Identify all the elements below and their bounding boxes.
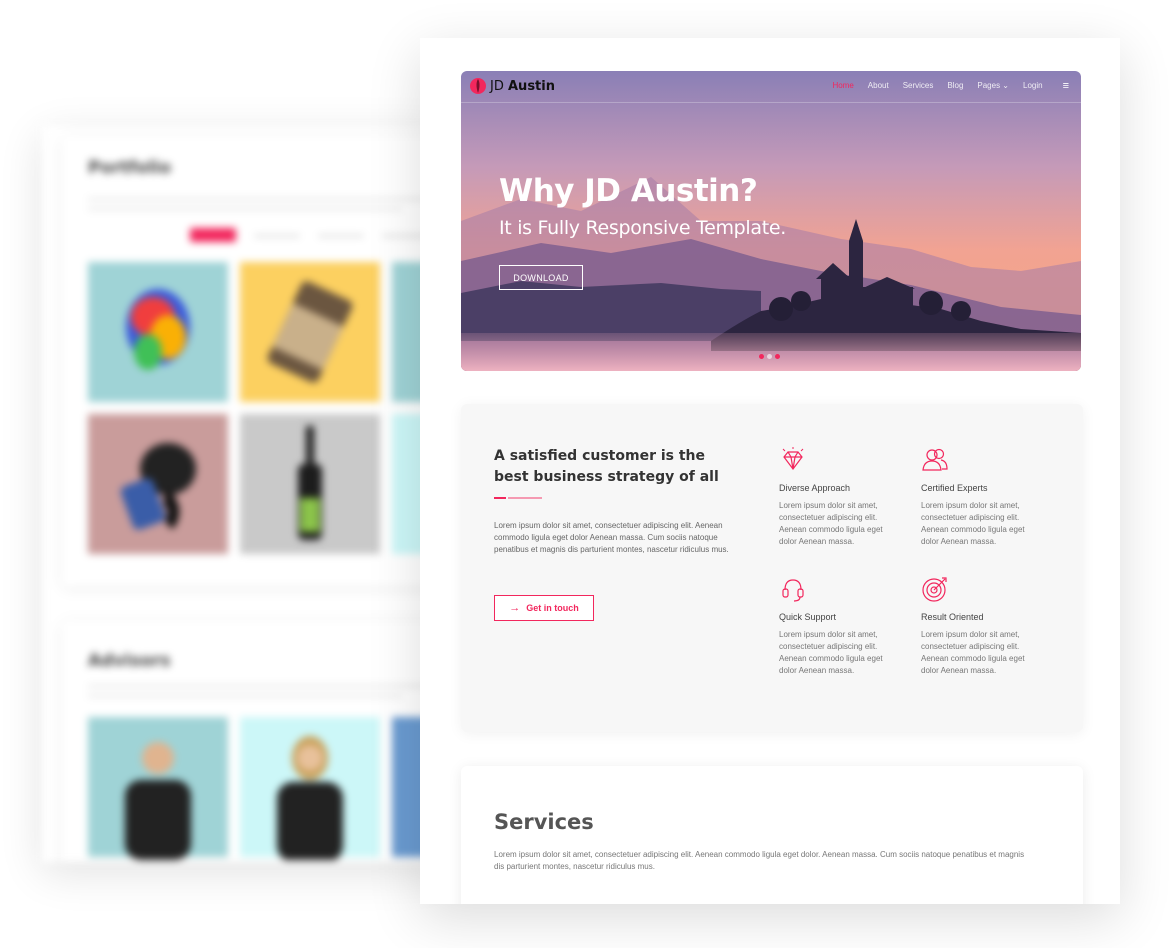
feature-name: Certified Experts (921, 483, 988, 493)
portfolio-title: Portfolio (88, 158, 172, 178)
slider-dots (759, 354, 780, 359)
hero-banner: JD Austin Home About Services Blog Pages… (461, 71, 1081, 371)
slider-dot[interactable] (767, 354, 772, 359)
services-section: Services Lorem ipsum dolor sit amet, con… (461, 766, 1083, 904)
advisors-section: Advisors (62, 621, 442, 862)
nav-item-home[interactable]: Home (832, 81, 853, 90)
target-icon (922, 577, 947, 602)
feature-desc: Lorem ipsum dolor sit amet, consectetuer… (779, 501, 883, 546)
nav-item-about[interactable]: About (868, 81, 889, 90)
services-paragraph: Lorem ipsum dolor sit amet, consectetuer… (494, 850, 1025, 871)
hero-title: Why JD Austin? (499, 173, 758, 209)
nav-item-blog[interactable]: Blog (947, 81, 963, 90)
portfolio-tile[interactable] (240, 262, 380, 402)
nav-item-pages[interactable]: Pages ⌄ (977, 81, 1009, 90)
logo-name: Austin (508, 78, 555, 94)
man-avatar (125, 742, 191, 860)
feature-desc: Lorem ipsum dolor sit amet, consectetuer… (779, 630, 883, 675)
title-underline (494, 497, 542, 499)
abstract-head-art (126, 289, 190, 370)
logo-text: JD Austin (490, 79, 555, 94)
hero-subtitle: It is Fully Responsive Template. (499, 217, 787, 239)
feature-result-oriented: Result Oriented Lorem ipsum dolor sit am… (921, 575, 1041, 677)
get-in-touch-label: Get in touch (526, 603, 579, 613)
feature-certified-experts: Certified Experts Lorem ipsum dolor sit … (921, 446, 1041, 548)
filter-all[interactable] (190, 228, 236, 242)
services-title: Services (494, 810, 594, 834)
advisor-photo[interactable] (88, 717, 228, 860)
about-section: A satisfied customer is the best busines… (461, 404, 1083, 732)
portfolio-tile[interactable] (240, 414, 380, 554)
splash-art (120, 443, 196, 530)
portfolio-tile[interactable] (88, 262, 228, 402)
text-line (88, 208, 402, 210)
diamond-icon (782, 447, 804, 470)
headset-icon (782, 579, 804, 602)
portfolio-section: Portfolio (62, 136, 442, 586)
about-paragraph: Lorem ipsum dolor sit amet, consectetuer… (494, 521, 729, 554)
feature-name: Diverse Approach (779, 483, 851, 493)
text-line (88, 695, 402, 697)
portfolio-tile[interactable] (88, 414, 228, 554)
download-button[interactable]: DOWNLOAD (499, 265, 583, 290)
template-preview-page: JD Austin Home About Services Blog Pages… (420, 38, 1120, 904)
filter-option[interactable] (254, 233, 300, 237)
feature-quick-support: Quick Support Lorem ipsum dolor sit amet… (779, 575, 899, 677)
feature-name: Quick Support (779, 612, 837, 622)
feature-desc: Lorem ipsum dolor sit amet, consectetuer… (921, 630, 1025, 675)
advisors-title: Advisors (88, 651, 171, 671)
coffee-pouch-art (267, 281, 353, 383)
slider-dot[interactable] (775, 354, 780, 359)
bottle-art (298, 426, 322, 540)
nav-item-login[interactable]: Login (1023, 81, 1043, 90)
feature-diverse-approach: Diverse Approach Lorem ipsum dolor sit a… (779, 446, 899, 548)
text-line (88, 198, 442, 200)
nav-item-services[interactable]: Services (903, 81, 934, 90)
slider-dot-active[interactable] (759, 354, 764, 359)
feature-name: Result Oriented (921, 612, 984, 622)
portfolio-filter[interactable] (190, 228, 428, 242)
hamburger-menu-icon[interactable]: ≡ (1063, 80, 1069, 91)
navbar: JD Austin Home About Services Blog Pages… (461, 71, 1081, 103)
advisor-photo[interactable] (240, 717, 380, 860)
logo[interactable]: JD Austin (469, 77, 555, 95)
logo-prefix: JD (490, 78, 504, 94)
woman-avatar (277, 736, 343, 860)
nav-menu: Home About Services Blog Pages ⌄ Login ≡ (832, 80, 1069, 91)
feature-desc: Lorem ipsum dolor sit amet, consectetuer… (921, 501, 1025, 546)
about-title: A satisfied customer is the best busines… (494, 448, 719, 485)
get-in-touch-button[interactable]: → Get in touch (494, 595, 594, 621)
logo-flame-icon (470, 78, 486, 94)
users-icon (922, 448, 948, 471)
arrow-right-icon: → (509, 602, 521, 614)
background-page-preview: Portfolio Advisors (42, 126, 442, 862)
filter-option[interactable] (318, 233, 364, 237)
text-line (88, 685, 442, 687)
